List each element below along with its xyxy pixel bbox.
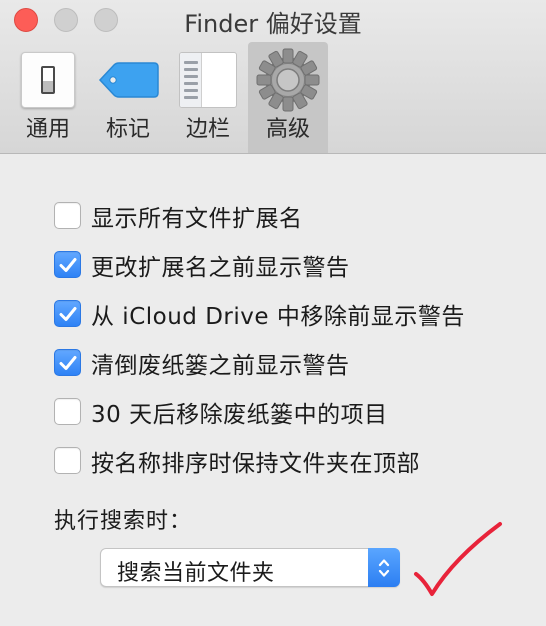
- checkbox[interactable]: [54, 202, 81, 229]
- tab-label: 高级: [265, 117, 310, 142]
- tab-label: 边栏: [185, 117, 230, 142]
- tab-general[interactable]: 通用: [8, 42, 88, 153]
- gear-icon: [256, 48, 320, 112]
- tag-icon: [98, 62, 159, 98]
- checkbox[interactable]: [54, 398, 81, 425]
- option-remove-trash-after-30-days[interactable]: 30 天后移除废纸篓中的项目: [54, 387, 465, 436]
- finder-preferences-window: Finder 偏好设置 通用 标记 边栏 高级 显示所有文件扩展名 更改扩展名之…: [0, 0, 546, 626]
- tab-tags[interactable]: 标记: [88, 42, 168, 153]
- up-down-chevron-icon: [378, 558, 390, 577]
- checkbox[interactable]: [54, 447, 81, 474]
- option-warn-icloud-remove[interactable]: 从 iCloud Drive 中移除前显示警告: [54, 289, 465, 338]
- select-stepper[interactable]: [368, 548, 400, 587]
- option-warn-change-extension[interactable]: 更改扩展名之前显示警告: [54, 240, 465, 289]
- red-checkmark-annotation-icon: [414, 522, 502, 596]
- tab-label: 标记: [105, 117, 150, 142]
- checkmark-icon: [59, 257, 76, 272]
- search-scope-label: 执行搜索时：: [54, 509, 193, 534]
- checkbox[interactable]: [54, 251, 81, 278]
- switch-icon: [21, 52, 75, 108]
- option-show-extensions[interactable]: 显示所有文件扩展名: [54, 191, 465, 240]
- option-label: 更改扩展名之前显示警告: [91, 254, 350, 281]
- toolbar: Finder 偏好设置 通用 标记 边栏 高级: [0, 0, 546, 154]
- search-scope-select[interactable]: 搜索当前文件夹: [100, 548, 400, 587]
- sidebar-icon: [179, 52, 237, 108]
- option-label: 清倒废纸篓之前显示警告: [91, 352, 350, 379]
- option-label: 30 天后移除废纸篓中的项目: [91, 401, 388, 428]
- option-warn-empty-trash[interactable]: 清倒废纸篓之前显示警告: [54, 338, 465, 387]
- checkmark-icon: [59, 355, 76, 370]
- window-title: Finder 偏好设置: [184, 10, 362, 38]
- checkbox[interactable]: [54, 349, 81, 376]
- tab-advanced[interactable]: 高级: [248, 42, 328, 153]
- option-label: 按名称排序时保持文件夹在顶部: [91, 450, 420, 477]
- select-value: 搜索当前文件夹: [117, 561, 275, 586]
- checkmark-icon: [59, 306, 76, 321]
- checkbox[interactable]: [54, 300, 81, 327]
- tab-label: 通用: [25, 117, 70, 142]
- option-label: 显示所有文件扩展名: [91, 205, 303, 232]
- preference-tabs: 通用 标记 边栏 高级: [8, 42, 328, 153]
- tab-sidebar[interactable]: 边栏: [168, 42, 248, 153]
- option-label: 从 iCloud Drive 中移除前显示警告: [91, 303, 465, 330]
- option-folders-on-top[interactable]: 按名称排序时保持文件夹在顶部: [54, 436, 465, 485]
- advanced-options: 显示所有文件扩展名 更改扩展名之前显示警告 从 iCloud Drive 中移除…: [54, 191, 465, 485]
